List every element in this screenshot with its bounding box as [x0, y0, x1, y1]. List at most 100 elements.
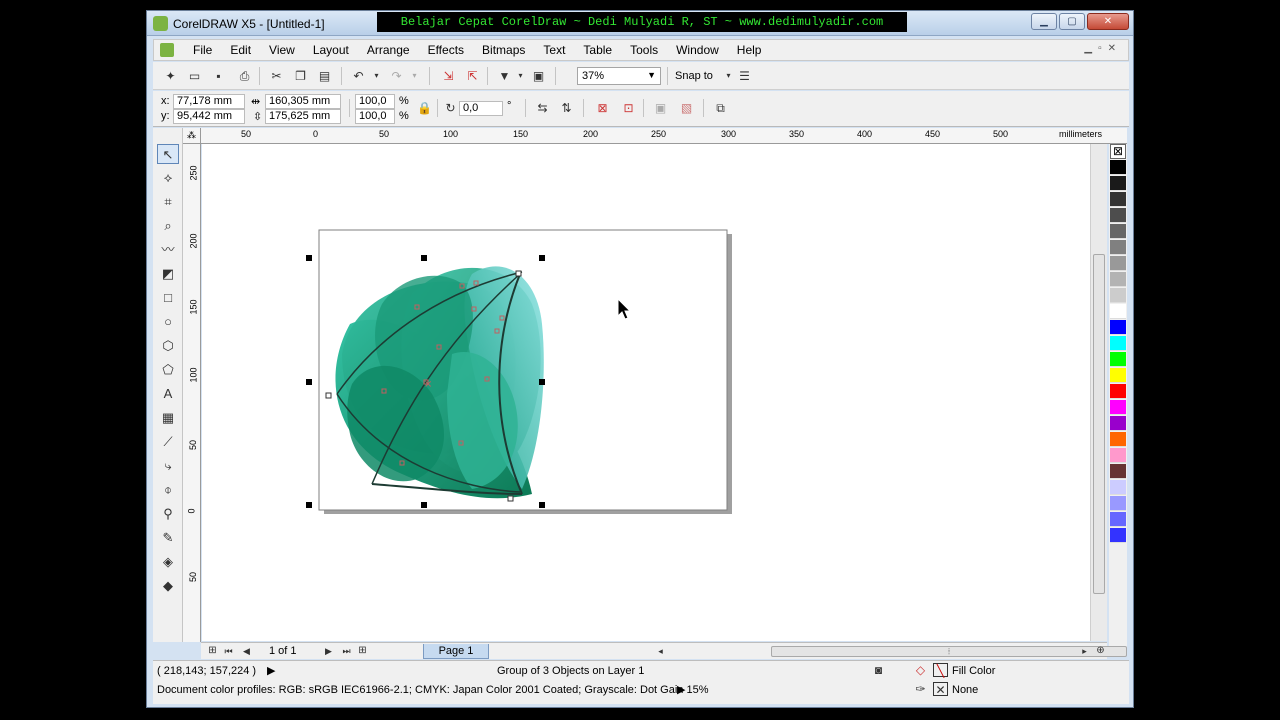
rectangle-tool-icon[interactable]: □ — [157, 288, 179, 308]
dimension-tool-icon[interactable]: ⟋ — [157, 432, 179, 452]
shape-tool-icon[interactable]: ⟡ — [157, 168, 179, 188]
snap-dropdown-icon[interactable]: ▾ — [721, 69, 736, 83]
menu-table[interactable]: Table — [574, 43, 621, 57]
no-color-swatch[interactable]: ⊠ — [1110, 144, 1126, 159]
color-swatch[interactable] — [1110, 288, 1126, 303]
pick-tool-icon[interactable]: ↖ — [157, 144, 179, 164]
menu-window[interactable]: Window — [667, 43, 728, 57]
color-swatch[interactable] — [1110, 512, 1126, 527]
launcher-dropdown-icon[interactable]: ▾ — [513, 69, 528, 83]
color-profiles-text[interactable]: Document color profiles: RGB: sRGB IEC61… — [157, 684, 708, 696]
menu-arrange[interactable]: Arrange — [358, 43, 419, 57]
smart-fill-tool-icon[interactable]: ◩ — [157, 264, 179, 284]
document-window-controls[interactable]: ▁▫✕ — [1084, 43, 1122, 54]
path-start-node[interactable] — [325, 392, 332, 399]
ungroup-all-icon[interactable]: ⊡ — [621, 101, 636, 115]
menu-text[interactable]: Text — [534, 43, 574, 57]
add-page-after-icon[interactable]: ⊞ — [355, 644, 370, 658]
vertical-scroll-thumb[interactable] — [1093, 254, 1105, 594]
fill-tool-icon[interactable]: ◈ — [157, 552, 179, 572]
object-width-field[interactable]: 160,305 mm — [265, 94, 341, 109]
print-icon[interactable]: ⎙ — [237, 69, 252, 83]
profiles-arrow-icon[interactable]: ▶ — [677, 683, 685, 696]
menu-edit[interactable]: Edit — [221, 43, 260, 57]
menu-bitmaps[interactable]: Bitmaps — [473, 43, 534, 57]
color-swatch[interactable] — [1110, 160, 1126, 175]
basic-shapes-tool-icon[interactable]: ⬠ — [157, 360, 179, 380]
tab-page-1[interactable]: Page 1 — [423, 644, 489, 659]
ellipse-tool-icon[interactable]: ○ — [157, 312, 179, 332]
menu-layout[interactable]: Layout — [304, 43, 358, 57]
scroll-left-icon[interactable]: ◂ — [653, 644, 668, 658]
table-tool-icon[interactable]: ▦ — [157, 408, 179, 428]
color-swatch[interactable] — [1110, 448, 1126, 463]
color-swatch[interactable] — [1110, 208, 1126, 223]
zoom-level-select[interactable]: 37% ▼ — [577, 67, 661, 85]
path-end-node[interactable] — [507, 495, 514, 502]
color-swatch[interactable] — [1110, 304, 1126, 319]
color-swatch[interactable] — [1110, 176, 1126, 191]
export-icon[interactable]: ⇱ — [465, 69, 480, 83]
color-swatch[interactable] — [1110, 192, 1126, 207]
snap-to-button[interactable]: Snap to — [675, 70, 713, 82]
ungroup-icon[interactable]: ⊠ — [595, 101, 610, 115]
color-swatch[interactable] — [1110, 352, 1126, 367]
drawing-canvas[interactable]: × — [202, 144, 1090, 641]
blend-tool-icon[interactable]: ⌽ — [157, 480, 179, 500]
color-proofing-icon[interactable]: ◙ — [871, 663, 886, 677]
first-page-icon[interactable]: ⏮ — [221, 644, 236, 658]
color-swatch[interactable] — [1110, 416, 1126, 431]
undo-dropdown-icon[interactable]: ▾ — [369, 69, 384, 83]
rotation-field[interactable]: 0,0 — [459, 101, 503, 116]
color-swatch[interactable] — [1110, 400, 1126, 415]
menu-file[interactable]: File — [184, 43, 221, 57]
open-icon[interactable]: ▭ — [187, 69, 202, 83]
scroll-right-icon[interactable]: ▸ — [1077, 644, 1092, 658]
object-y-field[interactable]: 95,442 mm — [173, 109, 245, 124]
text-tool-icon[interactable]: A — [157, 384, 179, 404]
mirror-horizontal-icon[interactable]: ⇆ — [535, 101, 550, 115]
last-page-icon[interactable]: ⏭ — [339, 644, 354, 658]
color-swatch[interactable] — [1110, 528, 1126, 543]
minimize-button[interactable]: ▁ — [1031, 13, 1057, 30]
save-icon[interactable]: ▪ — [211, 69, 226, 83]
scale-x-field[interactable]: 100,0 — [355, 94, 395, 109]
redo-icon[interactable]: ↷ — [389, 69, 404, 83]
application-launcher-icon[interactable]: ▼ — [497, 69, 512, 83]
connector-tool-icon[interactable]: ⤷ — [157, 456, 179, 476]
freehand-tool-icon[interactable]: 〰 — [157, 240, 179, 260]
lock-ratio-icon[interactable]: 🔒 — [417, 101, 432, 115]
color-swatch[interactable] — [1110, 272, 1126, 287]
to-front-icon[interactable]: ⧉ — [713, 101, 728, 115]
import-icon[interactable]: ⇲ — [441, 69, 456, 83]
object-height-field[interactable]: 175,625 mm — [265, 109, 341, 124]
interactive-fill-tool-icon[interactable]: ◆ — [157, 576, 179, 596]
color-swatch[interactable] — [1110, 384, 1126, 399]
welcome-screen-icon[interactable]: ▣ — [531, 69, 546, 83]
crop-tool-icon[interactable]: ⌗ — [157, 192, 179, 212]
polygon-tool-icon[interactable]: ⬡ — [157, 336, 179, 356]
redo-dropdown-icon[interactable]: ▾ — [407, 69, 422, 83]
mirror-vertical-icon[interactable]: ⇅ — [559, 101, 574, 115]
combine-icon[interactable]: ▣ — [653, 101, 668, 115]
horizontal-scroll-thumb[interactable]: ⦙ — [771, 646, 1127, 657]
color-swatch[interactable] — [1110, 240, 1126, 255]
paste-icon[interactable]: ▤ — [317, 69, 332, 83]
color-swatch[interactable] — [1110, 256, 1126, 271]
color-swatch[interactable] — [1110, 496, 1126, 511]
path-node[interactable] — [515, 270, 522, 277]
outline-pen-icon[interactable]: ✑ — [913, 682, 928, 696]
eyedropper-tool-icon[interactable]: ⚲ — [157, 504, 179, 524]
color-swatch[interactable] — [1110, 336, 1126, 351]
menu-help[interactable]: Help — [728, 43, 771, 57]
vertical-scrollbar[interactable] — [1090, 144, 1107, 641]
document-icon[interactable] — [160, 43, 174, 57]
options-icon[interactable]: ☰ — [737, 69, 752, 83]
navigator-icon[interactable]: ⊕ — [1093, 644, 1108, 658]
undo-icon[interactable]: ↶ — [351, 69, 366, 83]
close-button[interactable]: ✕ — [1087, 13, 1129, 30]
menu-view[interactable]: View — [260, 43, 304, 57]
vertical-ruler[interactable]: 250 200 150 100 50 0 50 — [183, 144, 201, 642]
menu-tools[interactable]: Tools — [621, 43, 667, 57]
zoom-tool-icon[interactable]: ⌕ — [157, 216, 179, 236]
